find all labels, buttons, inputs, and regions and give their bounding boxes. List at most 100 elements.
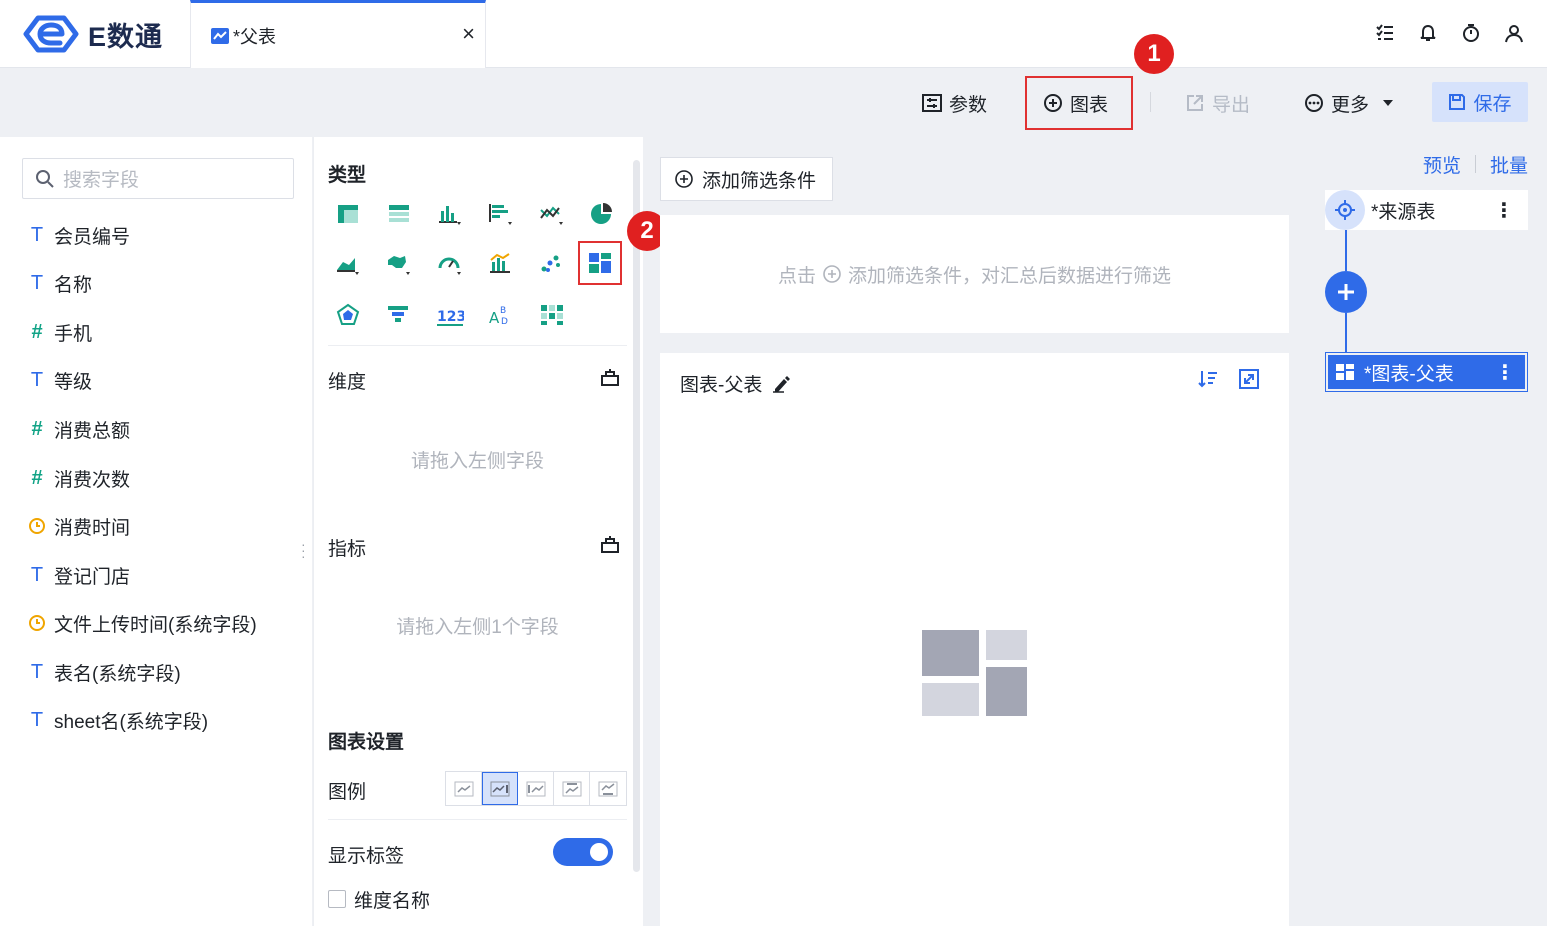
chart-button-highlight bbox=[1025, 76, 1133, 130]
field-item[interactable]: T 登记门店 bbox=[28, 560, 130, 590]
panel-resize-handle[interactable]: · · · bbox=[301, 537, 306, 563]
bell-icon[interactable] bbox=[1417, 22, 1439, 44]
legend-left-icon[interactable] bbox=[518, 772, 554, 805]
tab-parent-table[interactable]: *父表 × bbox=[190, 0, 486, 68]
node-menu-icon[interactable]: ⋮ bbox=[1494, 198, 1514, 223]
legend-position-options bbox=[445, 771, 627, 806]
export-button[interactable]: 导出 bbox=[1185, 88, 1250, 118]
bar-chart-icon[interactable] bbox=[433, 197, 467, 231]
show-label-toggle[interactable] bbox=[553, 838, 613, 866]
field-item[interactable]: T 会员编号 bbox=[28, 220, 130, 250]
source-table-node[interactable]: *来源表 ⋮ bbox=[1325, 190, 1528, 230]
chart-type-title: 类型 bbox=[328, 165, 367, 186]
sort-icon[interactable] bbox=[1198, 369, 1218, 389]
number-type-icon: # bbox=[31, 320, 43, 343]
user-icon[interactable] bbox=[1503, 22, 1525, 44]
chart-preview-area: 图表-父表 bbox=[660, 353, 1289, 926]
grouped-table-icon[interactable] bbox=[382, 197, 416, 231]
show-label-label: 显示标签 bbox=[328, 846, 405, 867]
batch-link[interactable]: 批量 bbox=[1490, 151, 1528, 178]
target-icon bbox=[1325, 190, 1365, 230]
source-node-label: *来源表 bbox=[1371, 201, 1436, 223]
gauge-icon[interactable] bbox=[433, 247, 467, 281]
table-icon[interactable] bbox=[331, 197, 365, 231]
horizontal-bar-icon[interactable] bbox=[484, 197, 518, 231]
plus-icon bbox=[1338, 284, 1354, 300]
top-bar: E数通 *父表 × bbox=[0, 0, 1547, 68]
number-type-icon: # bbox=[31, 466, 43, 489]
metric-clear-icon[interactable] bbox=[600, 535, 620, 553]
field-search-input[interactable]: 搜索字段 bbox=[22, 158, 294, 199]
radar-icon[interactable] bbox=[331, 298, 365, 332]
field-label: 消费时间 bbox=[54, 517, 131, 539]
dimension-dropzone[interactable]: 请拖入左侧字段 bbox=[328, 405, 627, 513]
params-label: 参数 bbox=[949, 94, 988, 116]
app-logo[interactable]: E数通 bbox=[22, 14, 163, 54]
text-type-icon: T bbox=[30, 563, 44, 586]
word-cloud-icon[interactable]: ABD bbox=[484, 298, 518, 332]
field-item[interactable]: T 等级 bbox=[28, 365, 92, 395]
scatter-icon[interactable] bbox=[535, 247, 569, 281]
chart-node[interactable]: *图表-父表 ⋮ bbox=[1325, 352, 1528, 392]
legend-top-icon[interactable] bbox=[554, 772, 590, 805]
tab-close-icon[interactable]: × bbox=[462, 21, 475, 47]
field-item[interactable]: 文件上传时间(系统字段) bbox=[28, 608, 257, 638]
flow-panel: 预览 批量 *来源表 ⋮ *图表-父表 ⋮ bbox=[1305, 137, 1547, 926]
area-chart-icon[interactable] bbox=[331, 247, 365, 281]
text-type-icon: T bbox=[30, 271, 44, 294]
field-item[interactable]: # 消费总额 bbox=[28, 414, 130, 444]
chart-node-label: *图表-父表 bbox=[1364, 363, 1454, 385]
field-item[interactable]: # 手机 bbox=[28, 317, 92, 347]
field-label: sheet名(系统字段) bbox=[54, 711, 209, 733]
preview-link[interactable]: 预览 bbox=[1423, 151, 1461, 178]
card-layout-placeholder-icon bbox=[922, 630, 1027, 716]
legend-right-icon[interactable] bbox=[482, 772, 518, 805]
card-layout-icon[interactable] bbox=[578, 241, 622, 285]
config-scrollbar[interactable] bbox=[633, 160, 640, 872]
task-list-icon[interactable] bbox=[1374, 22, 1396, 44]
params-button[interactable]: 参数 bbox=[922, 88, 987, 118]
number-type-icon: # bbox=[31, 417, 43, 440]
kpi-number-icon[interactable]: 123 bbox=[433, 298, 467, 332]
svg-text:D: D bbox=[501, 317, 508, 327]
field-item[interactable]: 消费时间 bbox=[28, 511, 130, 541]
heatmap-icon[interactable] bbox=[535, 298, 569, 332]
filter-area: 点击 添加筛选条件，对汇总后数据进行筛选 bbox=[660, 215, 1289, 333]
map-icon[interactable] bbox=[382, 247, 416, 281]
toolbar-divider bbox=[1150, 92, 1151, 112]
funnel-icon[interactable] bbox=[382, 298, 416, 332]
metric-dropzone[interactable]: 请拖入左侧1个字段 bbox=[328, 572, 627, 678]
legend-bottom-icon[interactable] bbox=[590, 772, 626, 805]
field-item[interactable]: Tsheet名(系统字段) bbox=[28, 705, 208, 735]
field-label: 名称 bbox=[54, 274, 93, 296]
field-item[interactable]: T 名称 bbox=[28, 268, 92, 298]
save-button[interactable]: 保存 bbox=[1432, 82, 1528, 122]
edit-pen-icon[interactable] bbox=[772, 375, 792, 393]
more-circle-icon bbox=[1305, 94, 1323, 112]
more-dropdown[interactable]: 更多 bbox=[1304, 88, 1394, 118]
dimension-name-checkbox[interactable] bbox=[328, 890, 346, 908]
svg-text:123: 123 bbox=[437, 309, 464, 325]
dimension-clear-icon[interactable] bbox=[600, 368, 620, 386]
timer-icon[interactable] bbox=[1460, 22, 1482, 44]
tab-label: *父表 bbox=[233, 26, 277, 47]
chart-settings-title: 图表设置 bbox=[328, 732, 405, 753]
fullscreen-icon[interactable] bbox=[1239, 369, 1259, 389]
export-label: 导出 bbox=[1212, 94, 1251, 116]
field-item[interactable]: # 消费次数 bbox=[28, 463, 130, 493]
node-menu-icon[interactable]: ⋮ bbox=[1495, 360, 1515, 385]
legend-none-icon[interactable] bbox=[446, 772, 482, 805]
card-layout-node-icon bbox=[1336, 364, 1354, 380]
combo-chart-icon[interactable] bbox=[484, 247, 518, 281]
dimension-name-label: 维度名称 bbox=[354, 891, 431, 912]
dimension-dropzone-wrap: 请拖入左侧字段 bbox=[328, 405, 627, 513]
add-filter-button[interactable]: 添加筛选条件 bbox=[660, 157, 833, 201]
field-item[interactable]: T 表名(系统字段) bbox=[28, 657, 181, 687]
pie-chart-icon[interactable] bbox=[586, 197, 620, 231]
clock-type-icon bbox=[28, 614, 46, 632]
text-type-icon: T bbox=[30, 368, 44, 391]
add-node-button[interactable] bbox=[1325, 271, 1367, 313]
flow-links: 预览 批量 bbox=[1423, 151, 1528, 178]
line-chart-icon[interactable] bbox=[535, 197, 569, 231]
top-right-icons bbox=[1374, 22, 1525, 44]
